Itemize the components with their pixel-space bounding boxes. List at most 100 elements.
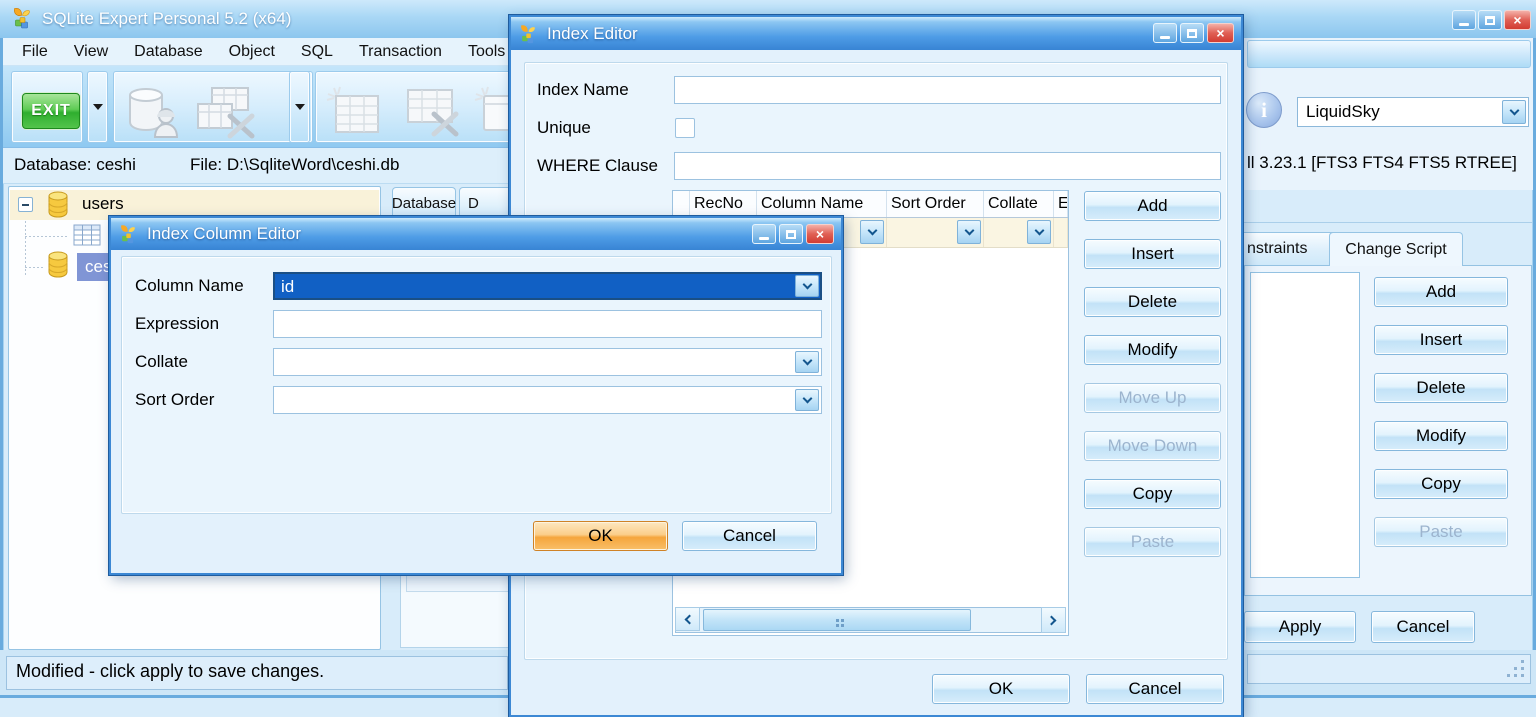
sort-order-label: Sort Order bbox=[135, 390, 214, 410]
table-tools-icon[interactable] bbox=[196, 86, 258, 140]
unique-checkbox[interactable] bbox=[675, 118, 695, 138]
toolbar-group-table bbox=[315, 71, 529, 143]
tree-connector bbox=[25, 267, 43, 268]
design-table-icon[interactable] bbox=[400, 86, 462, 140]
column-name-combo[interactable]: id bbox=[273, 272, 822, 300]
where-clause-input[interactable] bbox=[674, 152, 1221, 180]
menu-sql[interactable]: SQL bbox=[288, 38, 346, 65]
horizontal-scrollbar[interactable] bbox=[675, 607, 1066, 633]
menu-view[interactable]: View bbox=[61, 38, 121, 65]
copy-button[interactable]: Copy bbox=[1084, 479, 1221, 509]
tab-database[interactable]: Database bbox=[392, 187, 456, 218]
delete-button[interactable]: Delete bbox=[1084, 287, 1221, 317]
database-file-label: File: D:\SqliteWord\ceshi.db bbox=[190, 155, 399, 175]
ok-button[interactable]: OK bbox=[533, 521, 668, 551]
index-name-label: Index Name bbox=[537, 80, 629, 100]
insert-button[interactable]: Insert bbox=[1374, 325, 1508, 355]
database-dropdown-arrow[interactable] bbox=[289, 71, 310, 143]
database-name-label: Database: ceshi bbox=[14, 155, 136, 175]
exit-button[interactable]: EXIT bbox=[22, 93, 80, 129]
index-column-editor-titlebar[interactable]: Index Column Editor × bbox=[111, 218, 841, 250]
table-grid-icon bbox=[73, 224, 101, 246]
dialog-title: Index Column Editor bbox=[147, 224, 301, 244]
tree-connector bbox=[25, 213, 26, 275]
scrollbar-thumb[interactable] bbox=[703, 609, 971, 631]
copy-button[interactable]: Copy bbox=[1374, 469, 1508, 499]
toolbar-stub bbox=[1247, 40, 1531, 68]
unique-label: Unique bbox=[537, 118, 591, 138]
delete-button[interactable]: Delete bbox=[1374, 373, 1508, 403]
menu-database[interactable]: Database bbox=[121, 38, 216, 65]
sort-order-combo[interactable] bbox=[273, 386, 822, 414]
move-down-button[interactable]: Move Down bbox=[1084, 431, 1221, 461]
minimize-button[interactable] bbox=[1153, 23, 1177, 43]
chevron-down-icon[interactable] bbox=[957, 220, 981, 244]
database-cylinder-icon bbox=[47, 191, 69, 218]
divider bbox=[1243, 222, 1533, 223]
cancel-button[interactable]: Cancel bbox=[1371, 611, 1475, 643]
index-name-input[interactable] bbox=[674, 76, 1221, 104]
paste-button[interactable]: Paste bbox=[1374, 517, 1508, 547]
menu-file[interactable]: File bbox=[9, 38, 61, 65]
collate-combo[interactable] bbox=[273, 348, 822, 376]
maximize-button[interactable] bbox=[1478, 10, 1502, 30]
exit-dropdown-arrow[interactable] bbox=[87, 71, 108, 143]
chevron-down-icon[interactable] bbox=[795, 389, 819, 411]
index-column-editor-dialog: Index Column Editor × Column Name id Exp… bbox=[109, 216, 843, 575]
move-up-button[interactable]: Move Up bbox=[1084, 383, 1221, 413]
tab-change-script[interactable]: Change Script bbox=[1329, 232, 1463, 266]
new-table-icon[interactable] bbox=[326, 86, 382, 140]
menu-object[interactable]: Object bbox=[216, 38, 288, 65]
cancel-button[interactable]: Cancel bbox=[1086, 674, 1224, 704]
scroll-right-arrow[interactable] bbox=[1041, 607, 1066, 633]
maximize-button[interactable] bbox=[1180, 23, 1204, 43]
right-info-area: i LiquidSky ll 3.23.1 [FTS3 FTS4 FTS5 RT… bbox=[1243, 38, 1533, 190]
minimize-button[interactable] bbox=[1452, 10, 1476, 30]
grid-header-column-name: Column Name bbox=[757, 191, 887, 217]
app-butterfly-icon bbox=[119, 224, 139, 244]
apply-button[interactable]: Apply bbox=[1244, 611, 1356, 643]
chevron-down-icon[interactable] bbox=[1027, 220, 1051, 244]
chevron-down-icon[interactable] bbox=[860, 220, 884, 244]
info-icon[interactable]: i bbox=[1246, 92, 1282, 128]
sqlite-version-label: ll 3.23.1 [FTS3 FTS4 FTS5 RTREE] bbox=[1247, 153, 1517, 173]
cancel-button[interactable]: Cancel bbox=[682, 521, 817, 551]
close-button[interactable]: × bbox=[806, 224, 834, 244]
chevron-down-icon[interactable] bbox=[795, 351, 819, 373]
tree-connector bbox=[25, 236, 69, 237]
resize-grip[interactable] bbox=[1521, 674, 1524, 677]
grid-header-expression: E bbox=[1054, 191, 1068, 217]
insert-button[interactable]: Insert bbox=[1084, 239, 1221, 269]
chevron-down-icon[interactable] bbox=[795, 275, 819, 297]
toolbar-group-exit: EXIT bbox=[11, 71, 83, 143]
tree-expander-icon[interactable] bbox=[18, 197, 33, 212]
scroll-left-arrow[interactable] bbox=[675, 607, 700, 631]
app-butterfly-icon bbox=[519, 24, 539, 44]
grid-header-indicator bbox=[673, 191, 690, 217]
maximize-button[interactable] bbox=[779, 224, 803, 244]
grid-header: RecNo Column Name Sort Order Collate E bbox=[673, 191, 1068, 218]
add-button[interactable]: Add bbox=[1374, 277, 1508, 307]
database-maintenance-icon[interactable] bbox=[126, 86, 180, 138]
grid-header-recno: RecNo bbox=[690, 191, 757, 217]
grid-header-sort-order: Sort Order bbox=[887, 191, 984, 217]
add-button[interactable]: Add bbox=[1084, 191, 1221, 221]
minimize-button[interactable] bbox=[752, 224, 776, 244]
ok-button[interactable]: OK bbox=[932, 674, 1070, 704]
expression-input[interactable] bbox=[273, 310, 822, 338]
database-cylinder-icon bbox=[47, 251, 69, 278]
app-butterfly-icon bbox=[12, 7, 34, 29]
database-alias-combo[interactable]: LiquidSky bbox=[1297, 97, 1529, 127]
index-editor-titlebar[interactable]: Index Editor × bbox=[511, 17, 1241, 50]
close-button[interactable]: × bbox=[1207, 23, 1234, 43]
close-button[interactable]: × bbox=[1504, 10, 1531, 30]
paste-button[interactable]: Paste bbox=[1084, 527, 1221, 557]
tab-constraints-partial[interactable]: nstraints bbox=[1238, 232, 1336, 265]
chevron-down-icon[interactable] bbox=[1502, 100, 1526, 124]
modify-button[interactable]: Modify bbox=[1084, 335, 1221, 365]
grid-header-collate: Collate bbox=[984, 191, 1054, 217]
modify-button[interactable]: Modify bbox=[1374, 421, 1508, 451]
window-title: SQLite Expert Personal 5.2 (x64) bbox=[42, 9, 291, 29]
menu-transaction[interactable]: Transaction bbox=[346, 38, 455, 65]
indexes-listbox[interactable] bbox=[1250, 272, 1360, 578]
